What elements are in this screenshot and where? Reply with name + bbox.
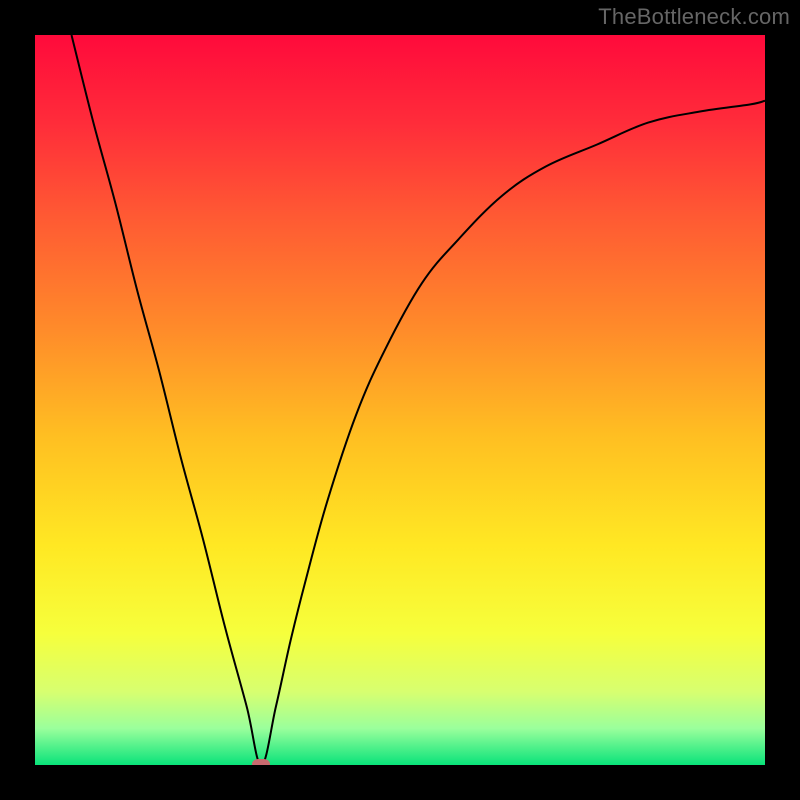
plot-area (35, 35, 765, 765)
watermark-text: TheBottleneck.com (598, 4, 790, 30)
chart-frame: TheBottleneck.com (0, 0, 800, 800)
bottleneck-curve (72, 35, 766, 765)
curve-layer (35, 35, 765, 765)
minimum-marker (252, 759, 270, 765)
